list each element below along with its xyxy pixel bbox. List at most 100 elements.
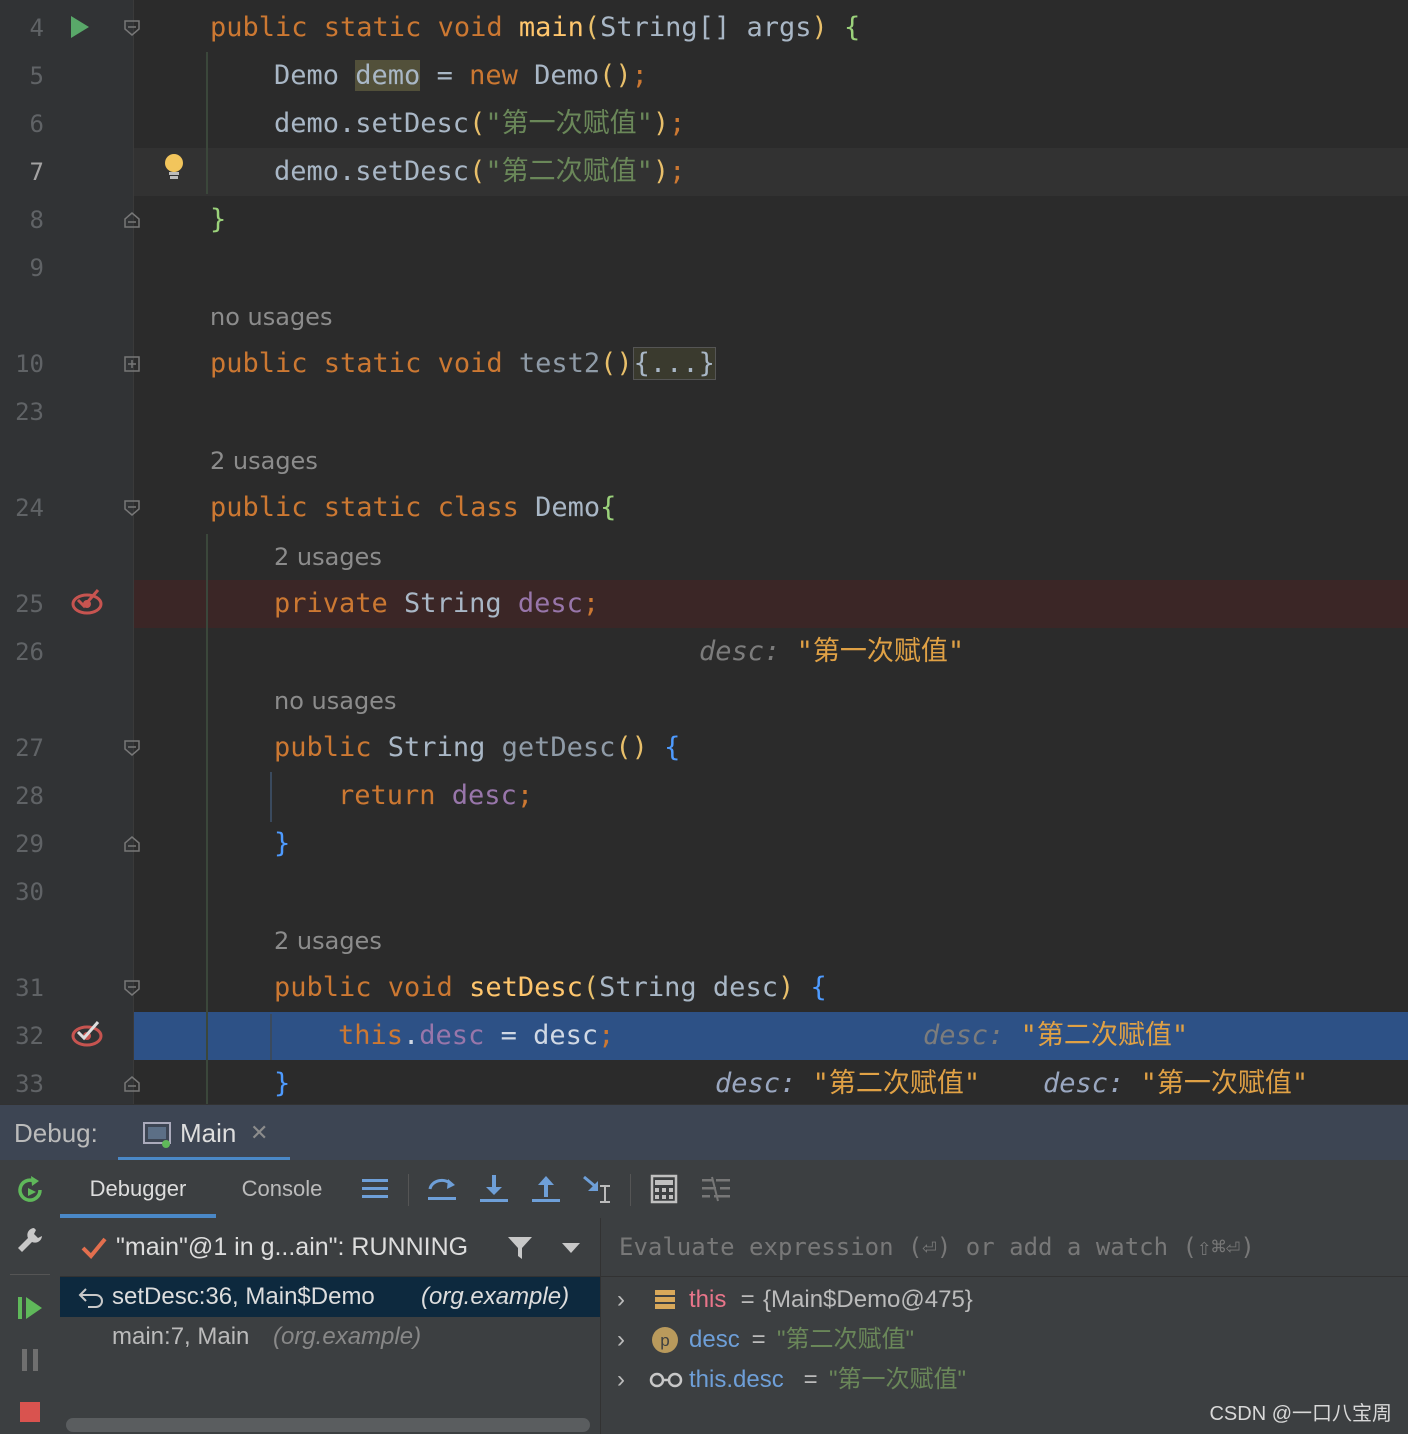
code-token: (: [469, 156, 486, 187]
line-number[interactable]: 23: [0, 388, 44, 436]
code-token: "第一次赋值": [485, 108, 653, 139]
lightbulb-icon[interactable]: [162, 152, 186, 184]
run-to-cursor-icon[interactable]: [580, 1171, 616, 1207]
code-line[interactable]: demo.setDesc("第二次赋值");: [274, 148, 685, 196]
line-number[interactable]: 30: [0, 868, 44, 916]
layout-menu-icon[interactable]: [358, 1171, 394, 1207]
variable-row[interactable]: › this.desc = "第一次赋值": [601, 1360, 1408, 1400]
inline-value: "第一次赋值": [796, 636, 965, 667]
usage-hint[interactable]: 2 usages: [274, 533, 382, 581]
code-line[interactable]: }: [274, 1060, 290, 1104]
debug-tool-window: Debug: Main ✕ Debugger Console "main"@1 …: [0, 1104, 1408, 1434]
tab-debugger[interactable]: Debugger: [60, 1160, 216, 1218]
line-number[interactable]: 5: [0, 52, 44, 100]
chevron-right-icon[interactable]: ›: [617, 1280, 625, 1320]
code-token: public static class: [210, 492, 536, 523]
line-number[interactable]: 28: [0, 772, 44, 820]
pause-icon[interactable]: [14, 1344, 46, 1376]
line-number[interactable]: 26: [0, 628, 44, 676]
code-token: ;: [669, 156, 686, 187]
indent-guide: [206, 52, 208, 194]
code-line[interactable]: public static void main(String[] args) {: [210, 4, 860, 52]
line-number[interactable]: 25: [0, 580, 44, 628]
chevron-right-icon[interactable]: ›: [617, 1320, 625, 1360]
code-line[interactable]: public static void test2(){...}: [210, 340, 716, 388]
fold-end-icon[interactable]: [124, 836, 140, 852]
variable-row[interactable]: › p desc = "第二次赋值": [601, 1320, 1408, 1360]
tab-main[interactable]: Main ✕: [118, 1105, 290, 1161]
horizontal-scrollbar[interactable]: [66, 1418, 590, 1432]
evaluate-expression-input[interactable]: Evaluate expression (⏎) or add a watch (…: [601, 1218, 1408, 1277]
thread-selector[interactable]: "main"@1 in g...ain": RUNNING: [60, 1218, 600, 1277]
trace-stream-icon[interactable]: [698, 1171, 734, 1207]
parameter-icon: p: [652, 1327, 678, 1353]
folded-code-block[interactable]: {...}: [632, 347, 716, 380]
debugger-toolbar: Debugger Console: [60, 1160, 1408, 1219]
code-line[interactable]: Demo demo = new Demo();: [274, 52, 648, 100]
breakpoint-icon[interactable]: [70, 1020, 104, 1048]
thread-label: "main"@1 in g...ain": RUNNING: [116, 1233, 469, 1261]
code-token: desc: [419, 1020, 485, 1051]
fold-collapse-icon[interactable]: [124, 740, 140, 756]
line-number[interactable]: 6: [0, 100, 44, 148]
inline-value: "第二次赋值": [812, 1068, 981, 1099]
frame-item[interactable]: setDesc:36, Main$Demo (org.example): [60, 1277, 600, 1317]
line-number[interactable]: 7: [0, 148, 44, 196]
fold-expand-icon[interactable]: [124, 356, 140, 372]
line-number[interactable]: 10: [0, 340, 44, 388]
code-line[interactable]: demo.setDesc("第一次赋值");: [274, 100, 685, 148]
code-line[interactable]: public void setDesc(String desc) {: [274, 964, 827, 1012]
evaluate-expression-icon[interactable]: [646, 1171, 682, 1207]
variable-equals: =: [797, 1366, 825, 1393]
code-line[interactable]: private String desc;: [274, 580, 599, 628]
code-token: public static void: [210, 12, 519, 43]
line-number[interactable]: 29: [0, 820, 44, 868]
fold-collapse-icon[interactable]: [124, 980, 140, 996]
line-number[interactable]: 27: [0, 724, 44, 772]
line-number[interactable]: 32: [0, 1012, 44, 1060]
code-line[interactable]: public String getDesc() {: [274, 724, 680, 772]
line-number[interactable]: 8: [0, 196, 44, 244]
code-token: main: [518, 12, 584, 43]
frame-package: (org.example): [273, 1323, 422, 1350]
code-token: String[] args: [600, 12, 812, 43]
line-number[interactable]: 31: [0, 964, 44, 1012]
rerun-icon[interactable]: [14, 1174, 46, 1206]
step-into-icon[interactable]: [476, 1171, 512, 1207]
close-icon[interactable]: ✕: [250, 1105, 268, 1161]
code-line[interactable]: }: [210, 196, 226, 244]
code-line[interactable]: }: [274, 820, 290, 868]
line-number[interactable]: 4: [0, 4, 44, 52]
code-line[interactable]: return desc;: [338, 772, 533, 820]
line-number[interactable]: 9: [0, 244, 44, 292]
usage-hint[interactable]: 2 usages: [210, 437, 318, 485]
variable-row[interactable]: › this = {Main$Demo@475}: [601, 1280, 1408, 1320]
usage-hint[interactable]: no usages: [210, 293, 332, 341]
code-line[interactable]: public static class Demo{: [210, 484, 616, 532]
line-number[interactable]: 33: [0, 1060, 44, 1104]
line-number[interactable]: 24: [0, 484, 44, 532]
fold-collapse-icon[interactable]: [124, 20, 140, 36]
usage-hint[interactable]: no usages: [274, 677, 396, 725]
inline-debug-value: desc: "第一次赋值": [634, 580, 964, 667]
fold-end-icon[interactable]: [124, 212, 140, 228]
resume-icon[interactable]: [14, 1292, 46, 1324]
frame-item[interactable]: main:7, Main (org.example): [60, 1317, 600, 1357]
field-watchpoint-icon[interactable]: [70, 588, 104, 616]
chevron-right-icon[interactable]: ›: [617, 1360, 625, 1400]
wrench-icon[interactable]: [14, 1224, 46, 1256]
code-editor[interactable]: 4 5 6 7 8 9 10 23 24 25 26 27 28 29 30 31 32 33 public st…: [0, 0, 1408, 1104]
stop-icon[interactable]: [14, 1396, 46, 1428]
filter-icon[interactable]: [506, 1234, 534, 1262]
step-out-icon[interactable]: [528, 1171, 564, 1207]
code-token: new: [469, 60, 535, 91]
run-icon[interactable]: [68, 14, 92, 40]
tab-console[interactable]: Console: [224, 1160, 340, 1218]
code-token: }: [210, 204, 227, 235]
fold-end-icon[interactable]: [124, 1076, 140, 1092]
step-over-icon[interactable]: [424, 1171, 460, 1207]
usage-hint[interactable]: 2 usages: [274, 917, 382, 965]
chevron-down-icon[interactable]: [560, 1240, 582, 1256]
code-line[interactable]: this.desc = desc;: [338, 1012, 614, 1060]
fold-collapse-icon[interactable]: [124, 500, 140, 516]
